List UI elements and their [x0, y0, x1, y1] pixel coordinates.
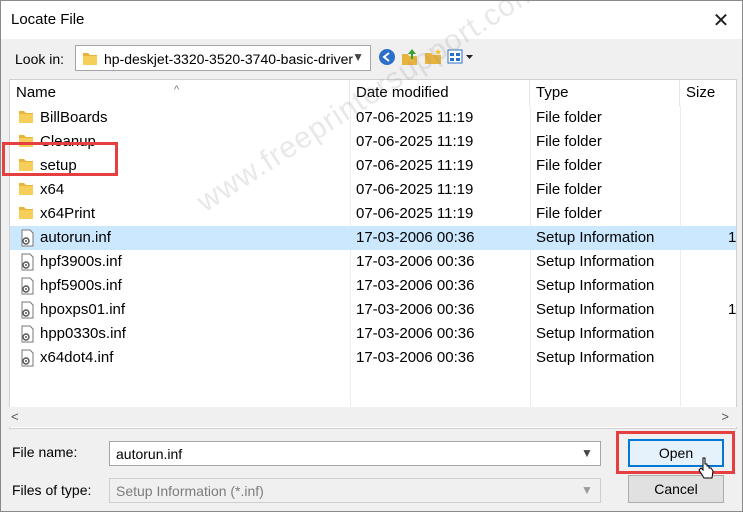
- look-in-label: Look in:: [15, 51, 65, 67]
- file-row[interactable]: setup 07-06-2025 11:19 File folder: [10, 154, 736, 178]
- file-name-cell: x64: [40, 181, 65, 198]
- scroll-left-icon[interactable]: <: [11, 409, 19, 424]
- file-date-cell: 17-03-2006 00:36: [356, 253, 475, 270]
- file-name-cell: BillBoards: [40, 109, 108, 126]
- column-header-name[interactable]: Name ^: [10, 80, 350, 106]
- file-type-cell: File folder: [536, 157, 602, 174]
- file-row[interactable]: BillBoards 07-06-2025 11:19 File folder: [10, 106, 736, 130]
- scroll-right-icon[interactable]: >: [721, 409, 729, 424]
- sort-ascending-icon: ^: [174, 84, 180, 96]
- chevron-down-icon[interactable]: ▼: [581, 483, 593, 497]
- folder-icon: [18, 109, 36, 127]
- setup-file-icon: [18, 229, 36, 247]
- file-type-cell: File folder: [536, 109, 602, 126]
- folder-icon: [82, 51, 98, 71]
- file-date-cell: 07-06-2025 11:19: [356, 109, 474, 126]
- file-date-cell: 07-06-2025 11:19: [356, 133, 474, 150]
- folder-icon: [18, 205, 36, 223]
- autorun-highlight-box: [2, 142, 118, 176]
- file-row[interactable]: hpoxps01.inf 17-03-2006 00:36 Setup Inform…: [10, 298, 736, 322]
- look-in-dropdown[interactable]: hp-deskjet-3320-3520-3740-basic-driver ▼: [75, 45, 371, 71]
- file-type-cell: Setup Information: [536, 229, 655, 246]
- file-type-cell: Setup Information: [536, 325, 655, 342]
- chevron-down-icon[interactable]: ▼: [581, 446, 593, 460]
- file-date-cell: 17-03-2006 00:36: [356, 277, 475, 294]
- file-date-cell: 07-06-2025 11:19: [356, 205, 474, 222]
- file-type-cell: File folder: [536, 133, 602, 150]
- setup-file-icon: [18, 301, 36, 319]
- file-type-cell: Setup Information: [536, 277, 655, 294]
- file-name-cell: x64Print: [40, 205, 96, 222]
- file-row[interactable]: autorun.inf 17-03-2006 00:36 Setup Informa…: [10, 226, 736, 250]
- close-icon[interactable]: ✕: [706, 5, 736, 35]
- file-row[interactable]: hpp0330s.inf 17-03-2006 00:36 Setup Inform…: [10, 322, 736, 346]
- column-header-type[interactable]: Type: [530, 80, 680, 106]
- files-of-type-dropdown[interactable]: Setup Information (*.inf): [109, 478, 601, 503]
- look-in-value: hp-deskjet-3320-3520-3740-basic-driver: [104, 51, 354, 67]
- file-date-cell: 17-03-2006 00:36: [356, 301, 475, 318]
- chevron-down-icon[interactable]: ▼: [352, 50, 364, 64]
- file-name-cell: autorun.inf: [40, 229, 111, 246]
- setup-file-icon: [18, 325, 36, 343]
- column-header-size[interactable]: Size: [680, 80, 736, 106]
- horizontal-scrollbar[interactable]: < >: [9, 407, 737, 427]
- mouse-cursor-icon: [698, 457, 714, 484]
- file-name-cell: hpf3900s.inf: [40, 253, 122, 270]
- file-name-label: File name:: [12, 444, 78, 460]
- setup-file-icon: [18, 253, 36, 271]
- title-bar: Locate File ✕: [1, 1, 742, 39]
- file-row[interactable]: x64Print 07-06-2025 11:19 File folder: [10, 202, 736, 226]
- file-row[interactable]: x64 07-06-2025 11:19 File folder: [10, 178, 736, 202]
- file-name-cell: hpp0330s.inf: [40, 325, 126, 342]
- file-date-cell: 17-03-2006 00:36: [356, 349, 475, 366]
- file-name-cell: x64dot4.inf: [40, 349, 114, 366]
- file-type-cell: File folder: [536, 181, 602, 198]
- file-name-cell: hpoxps01.inf: [40, 301, 126, 318]
- file-row[interactable]: hpf5900s.inf 17-03-2006 00:36 Setup Inform…: [10, 274, 736, 298]
- file-size-cell: 1: [728, 301, 737, 318]
- folder-icon: [18, 181, 36, 199]
- file-row[interactable]: hpf3900s.inf 17-03-2006 00:36 Setup Inform…: [10, 250, 736, 274]
- file-date-cell: 07-06-2025 11:19: [356, 181, 474, 198]
- column-header-date[interactable]: Date modified: [350, 80, 530, 106]
- up-folder-icon[interactable]: [400, 47, 420, 67]
- file-type-cell: Setup Information: [536, 301, 655, 318]
- file-type-cell: Setup Information: [536, 253, 655, 270]
- view-menu-icon[interactable]: [447, 47, 475, 67]
- back-icon[interactable]: [377, 47, 397, 67]
- files-of-type-label: Files of type:: [12, 482, 92, 498]
- new-folder-icon[interactable]: [423, 47, 443, 67]
- file-row[interactable]: Cleanup 07-06-2025 11:19 File folder: [10, 130, 736, 154]
- file-name-input[interactable]: autorun.inf: [109, 441, 601, 466]
- file-list[interactable]: Name ^ Date modified Type Size BillBoard…: [9, 79, 737, 429]
- dialog-title: Locate File: [11, 11, 85, 28]
- file-date-cell: 17-03-2006 00:36: [356, 325, 475, 342]
- file-type-cell: File folder: [536, 205, 602, 222]
- setup-file-icon: [18, 349, 36, 367]
- file-date-cell: 07-06-2025 11:19: [356, 157, 474, 174]
- file-size-cell: 1: [728, 229, 737, 246]
- file-date-cell: 17-03-2006 00:36: [356, 229, 475, 246]
- file-type-cell: Setup Information: [536, 349, 655, 366]
- setup-file-icon: [18, 277, 36, 295]
- locate-file-dialog: Locate File ✕ Look in: hp-deskjet-3320-3…: [0, 0, 743, 512]
- file-name-cell: hpf5900s.inf: [40, 277, 122, 294]
- file-row[interactable]: x64dot4.inf 17-03-2006 00:36 Setup Informa…: [10, 346, 736, 370]
